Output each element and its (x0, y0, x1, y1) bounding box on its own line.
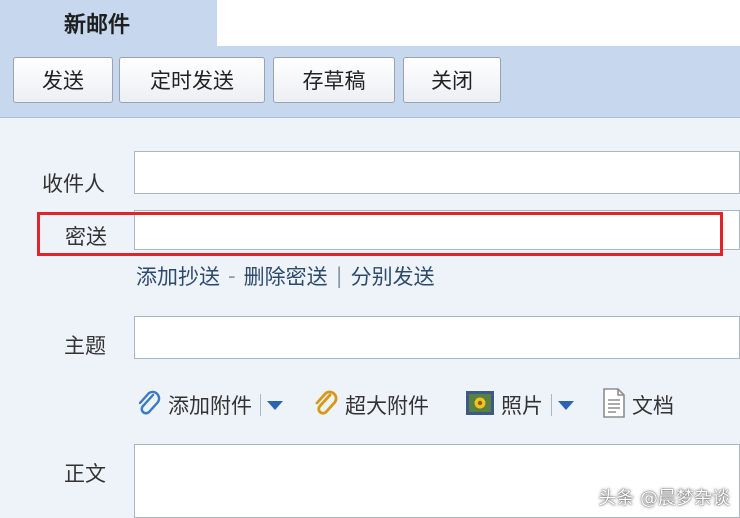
divider (260, 394, 261, 416)
document-icon (602, 387, 626, 423)
document-button[interactable]: 文档 (602, 387, 674, 423)
add-cc-link[interactable]: 添加抄送 (136, 261, 220, 291)
tab-new-mail[interactable]: 新邮件 (0, 0, 217, 46)
link-separator-bar: | (335, 264, 343, 288)
tab-strip: 新邮件 (0, 0, 740, 46)
add-attachment-label: 添加附件 (168, 394, 252, 418)
large-attachment-button[interactable]: 超大附件 (313, 389, 429, 422)
divider (551, 394, 552, 416)
save-draft-button[interactable]: 存草稿 (273, 57, 395, 103)
watermark: 头条 @晨梦杂谈 (598, 488, 730, 509)
recipient-links: 添加抄送 - 删除密送 | 分别发送 (136, 262, 435, 290)
add-attachment-dropdown-icon[interactable] (267, 400, 283, 410)
subject-label: 主题 (64, 334, 106, 358)
photo-button[interactable]: 照片 (465, 390, 543, 421)
attachment-toolbar: 添加附件 超大附件 照片 文档 (136, 387, 674, 423)
add-attachment-button[interactable]: 添加附件 (136, 389, 252, 422)
gold-paperclip-icon (313, 389, 339, 422)
close-button[interactable]: 关闭 (403, 57, 501, 103)
paperclip-icon (136, 389, 162, 422)
large-attachment-label: 超大附件 (345, 394, 429, 418)
remove-bcc-link[interactable]: 删除密送 (244, 261, 328, 291)
bcc-field[interactable] (134, 210, 740, 250)
scheduled-send-button[interactable]: 定时发送 (119, 57, 265, 103)
toolbar: 发送 定时发送 存草稿 关闭 (0, 46, 740, 118)
body-label: 正文 (64, 462, 106, 486)
document-label: 文档 (632, 394, 674, 418)
bcc-label: 密送 (65, 225, 107, 249)
to-label: 收件人 (42, 172, 105, 196)
link-separator-dash: - (228, 264, 236, 288)
tab-title: 新邮件 (64, 13, 131, 38)
photo-icon (465, 390, 495, 421)
to-field[interactable] (134, 151, 740, 194)
photo-label: 照片 (501, 394, 543, 418)
separate-send-link[interactable]: 分别发送 (351, 261, 435, 291)
subject-field[interactable] (134, 316, 740, 359)
send-button[interactable]: 发送 (13, 57, 113, 103)
photo-dropdown-icon[interactable] (558, 400, 574, 410)
